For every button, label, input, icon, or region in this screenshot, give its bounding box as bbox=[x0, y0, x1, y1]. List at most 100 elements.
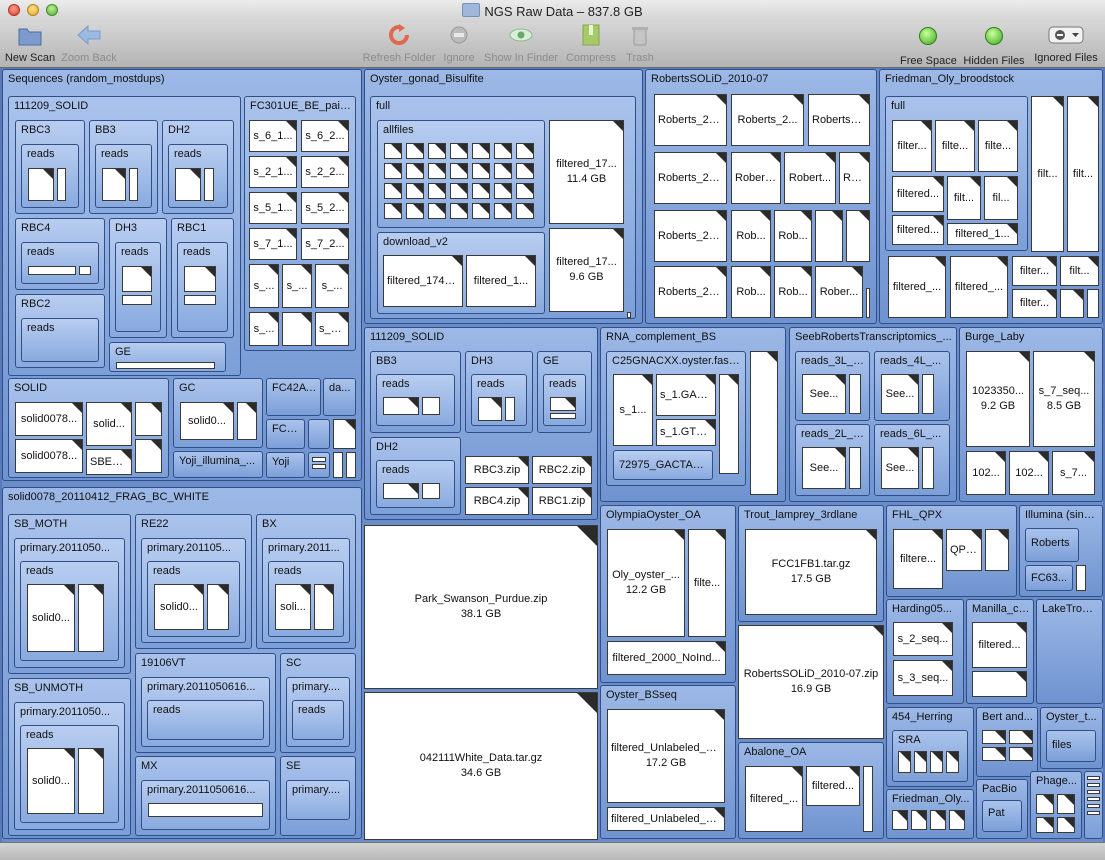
file[interactable]: See... bbox=[881, 447, 919, 489]
new-scan-button[interactable]: New Scan bbox=[4, 24, 56, 66]
file[interactable] bbox=[550, 397, 576, 411]
file[interactable] bbox=[478, 397, 502, 421]
file[interactable]: soli... bbox=[275, 584, 311, 630]
file[interactable]: Robert... bbox=[784, 152, 836, 204]
file[interactable] bbox=[406, 163, 424, 179]
folder-reads[interactable]: reads solid0... bbox=[147, 561, 240, 637]
file[interactable]: filte... bbox=[935, 120, 975, 172]
folder-oyster-gonad-bisulfite[interactable]: Oyster_gonad_Bisulfite full allfiles fil… bbox=[364, 69, 643, 324]
file[interactable]: s_1.GTG... bbox=[656, 419, 716, 446]
file[interactable]: filtere... bbox=[893, 529, 943, 589]
file[interactable] bbox=[494, 163, 512, 179]
file[interactable]: s_6_1... bbox=[249, 120, 297, 152]
file[interactable] bbox=[383, 397, 419, 415]
file[interactable]: solid... bbox=[86, 402, 132, 446]
folder-454-herring[interactable]: 454_Herring SRA bbox=[886, 707, 974, 787]
file[interactable] bbox=[922, 374, 934, 414]
file[interactable]: filtered_Unlabeled_N... 17.2 GB bbox=[607, 709, 725, 803]
file[interactable]: filtered_2000_NoInd... bbox=[607, 641, 726, 675]
file[interactable] bbox=[846, 210, 870, 262]
file[interactable] bbox=[1060, 289, 1084, 318]
folder[interactable] bbox=[308, 419, 330, 449]
file[interactable]: s_... bbox=[249, 264, 279, 308]
file[interactable] bbox=[384, 183, 402, 199]
file[interactable] bbox=[849, 447, 861, 489]
file[interactable] bbox=[949, 810, 965, 830]
folder[interactable]: 72975_GACTAAGA et al bbox=[613, 450, 713, 480]
folder-reads[interactable]: reads bbox=[21, 318, 99, 362]
file[interactable]: filter... bbox=[892, 120, 932, 172]
file[interactable] bbox=[312, 457, 326, 462]
folder-rbc3[interactable]: RBC3 reads bbox=[15, 120, 85, 214]
file[interactable] bbox=[122, 266, 152, 292]
file[interactable] bbox=[406, 143, 424, 159]
folder-reads[interactable]: reads bbox=[376, 374, 455, 426]
folder-sb-unmoth[interactable]: SB_UNMOTH primary.2011050... reads solid… bbox=[8, 678, 131, 836]
folder-reads-4l[interactable]: reads_4L_... See... bbox=[874, 351, 950, 421]
file[interactable] bbox=[428, 143, 446, 159]
file[interactable] bbox=[1057, 817, 1075, 833]
file[interactable] bbox=[1087, 797, 1100, 801]
file[interactable]: Roberts_20... bbox=[654, 266, 727, 318]
file[interactable]: Roberts_20... bbox=[654, 210, 727, 262]
file[interactable]: Rober... bbox=[815, 266, 863, 318]
file[interactable]: filtered_174g... bbox=[383, 255, 463, 307]
file[interactable] bbox=[422, 397, 440, 415]
file[interactable]: 102... bbox=[1009, 451, 1049, 495]
file[interactable]: Rob... bbox=[774, 210, 812, 262]
file[interactable]: solid0... bbox=[27, 584, 75, 652]
folder-primary[interactable]: primary.2011050616... bbox=[141, 780, 270, 830]
file[interactable] bbox=[494, 203, 512, 219]
file[interactable] bbox=[406, 203, 424, 219]
folder-dh2[interactable]: DH2 reads bbox=[162, 120, 234, 214]
folder-friedman-oly-broodstock[interactable]: Friedman_Oly_broodstock full filter... f… bbox=[879, 69, 1103, 324]
file[interactable]: Robert... bbox=[731, 152, 781, 204]
folder-abalone-oa[interactable]: Abalone_OA filtered_... filtered... bbox=[738, 742, 884, 839]
file[interactable] bbox=[898, 751, 911, 773]
file[interactable]: See... bbox=[802, 374, 846, 414]
folder-reads[interactable]: reads soli... bbox=[268, 561, 344, 637]
folder-phage[interactable]: Phage... bbox=[1030, 771, 1082, 839]
file[interactable] bbox=[1057, 794, 1075, 814]
folder-reads[interactable]: reads bbox=[115, 242, 161, 332]
file[interactable]: s_2_seq... bbox=[893, 622, 953, 656]
folder-dh2[interactable]: DH2 reads bbox=[370, 437, 461, 515]
folder-solid0078-frag-bc-white[interactable]: solid0078_20110412_FRAG_BC_WHITE SB_MOTH… bbox=[2, 487, 362, 839]
hidden-files-toggle[interactable]: Hidden Files bbox=[962, 24, 1026, 67]
file[interactable]: filtered_1... bbox=[947, 223, 1018, 245]
file[interactable]: filtered_... bbox=[888, 256, 946, 318]
file[interactable] bbox=[516, 143, 534, 159]
file[interactable] bbox=[384, 143, 402, 159]
file[interactable] bbox=[1009, 747, 1033, 761]
file[interactable]: solid0... bbox=[154, 584, 204, 630]
file[interactable] bbox=[1087, 790, 1100, 794]
file[interactable] bbox=[450, 163, 468, 179]
file[interactable]: s_... bbox=[282, 264, 312, 308]
folder-yoji-illumina[interactable]: Yoji_illumina_... bbox=[173, 451, 263, 478]
file[interactable] bbox=[204, 168, 214, 201]
file[interactable]: 1023350... 9.2 GB bbox=[966, 351, 1030, 447]
folder-reads[interactable]: reads bbox=[168, 144, 228, 208]
file[interactable] bbox=[1009, 730, 1033, 744]
file[interactable] bbox=[627, 312, 631, 318]
file[interactable] bbox=[1087, 776, 1100, 780]
file[interactable] bbox=[985, 529, 1009, 571]
file[interactable] bbox=[383, 483, 419, 499]
file[interactable]: s_1... bbox=[613, 374, 653, 446]
folder-rna-complement-bs[interactable]: RNA_complement_BS C25GNACXX.oyster.fastq… bbox=[600, 327, 786, 502]
file[interactable]: filt... bbox=[947, 176, 981, 220]
file[interactable] bbox=[78, 584, 104, 652]
file[interactable] bbox=[866, 288, 870, 318]
folder-bb3[interactable]: BB3 reads bbox=[370, 351, 461, 433]
file[interactable]: s_7_2... bbox=[301, 228, 349, 260]
file[interactable]: s_4... bbox=[315, 312, 349, 346]
file[interactable] bbox=[472, 143, 490, 159]
file[interactable]: s_5_2... bbox=[301, 192, 349, 224]
file[interactable] bbox=[1036, 794, 1054, 814]
folder-dh3[interactable]: DH3 reads bbox=[465, 351, 533, 433]
folder-oyster-bsseq[interactable]: Oyster_BSseq filtered_Unlabeled_N... 17.2… bbox=[600, 685, 736, 839]
file[interactable] bbox=[1076, 565, 1086, 591]
file[interactable] bbox=[175, 168, 201, 201]
folder-sequences[interactable]: Sequences (random_mostdups) 111209_SOLID… bbox=[2, 69, 362, 481]
file[interactable] bbox=[516, 183, 534, 199]
